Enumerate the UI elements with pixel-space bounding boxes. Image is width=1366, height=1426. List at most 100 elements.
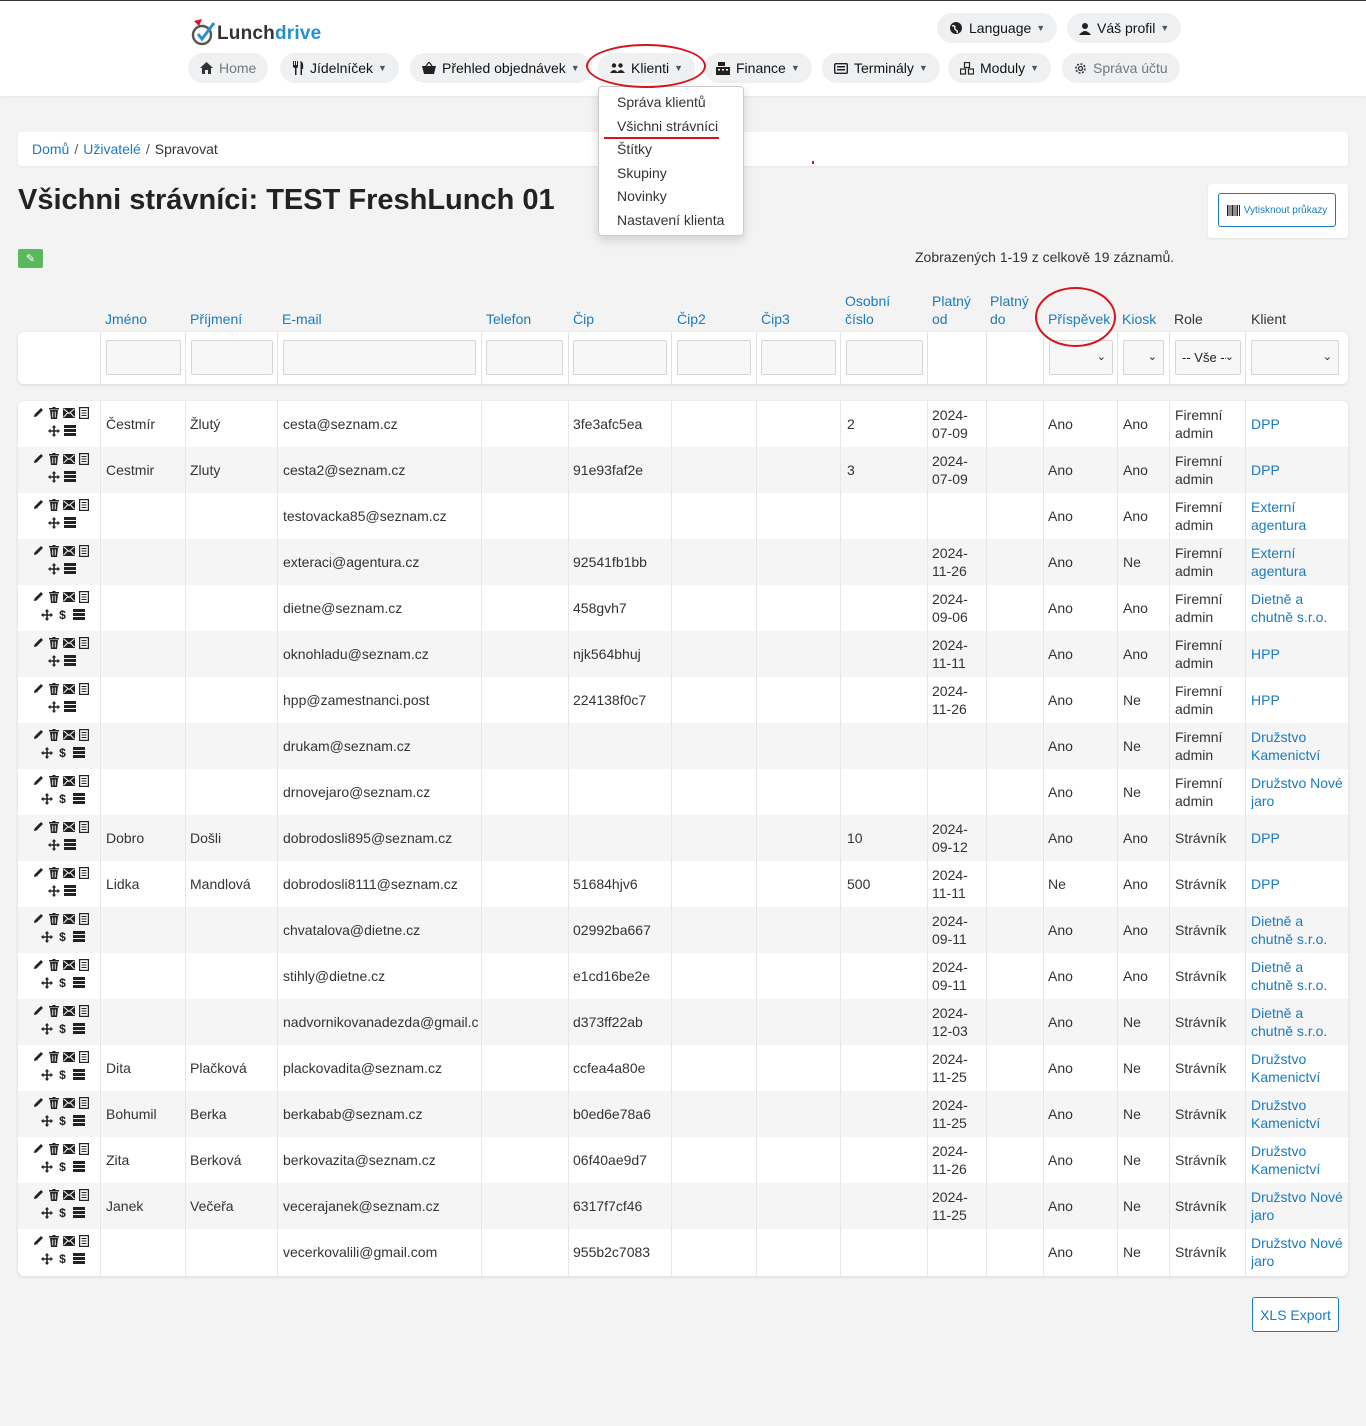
dollar-icon[interactable]: $ <box>56 1160 69 1174</box>
cell-client[interactable]: Dietně a chutně s.r.o. <box>1251 953 1345 999</box>
trash-icon[interactable] <box>47 728 60 741</box>
cell-client[interactable]: Dietně a chutně s.r.o. <box>1251 999 1345 1045</box>
list-icon[interactable] <box>77 958 90 971</box>
filter-last-name-input[interactable] <box>191 340 273 375</box>
dollar-icon[interactable]: $ <box>56 1114 69 1128</box>
column-header-valid-to[interactable]: Platný do <box>990 290 1035 328</box>
trash-icon[interactable] <box>47 636 60 649</box>
move-icon[interactable] <box>40 792 53 805</box>
cell-client[interactable]: Dietně a chutně s.r.o. <box>1251 907 1345 953</box>
breadcrumb-home[interactable]: Domů <box>32 141 69 157</box>
move-icon[interactable] <box>47 838 60 851</box>
database-icon[interactable] <box>72 976 85 989</box>
move-icon[interactable] <box>40 1114 53 1127</box>
filter-kiosk-select[interactable]: ⌄ <box>1123 340 1164 375</box>
list-icon[interactable] <box>77 636 90 649</box>
list-icon[interactable] <box>77 406 90 419</box>
edit-icon[interactable] <box>32 590 45 603</box>
trash-icon[interactable] <box>47 1142 60 1155</box>
edit-icon[interactable] <box>32 820 45 833</box>
envelope-icon[interactable] <box>62 912 75 925</box>
list-icon[interactable] <box>77 544 90 557</box>
filter-personal-number-input[interactable] <box>846 340 923 375</box>
edit-icon[interactable] <box>32 912 45 925</box>
trash-icon[interactable] <box>47 452 60 465</box>
edit-icon[interactable] <box>32 866 45 879</box>
edit-icon[interactable] <box>32 452 45 465</box>
list-icon[interactable] <box>77 1050 90 1063</box>
dollar-icon[interactable]: $ <box>56 1022 69 1036</box>
cell-client[interactable]: Externí agentura <box>1251 493 1345 539</box>
cell-client[interactable]: Dietně a chutně s.r.o. <box>1251 585 1345 631</box>
filter-first-name-input[interactable] <box>106 340 181 375</box>
xls-export-button[interactable]: XLS Export <box>1252 1297 1339 1332</box>
move-icon[interactable] <box>40 930 53 943</box>
move-icon[interactable] <box>40 1160 53 1173</box>
dollar-icon[interactable]: $ <box>56 1068 69 1082</box>
dollar-icon[interactable]: $ <box>56 1206 69 1220</box>
edit-icon[interactable] <box>32 636 45 649</box>
nav-home[interactable]: Home <box>188 53 269 83</box>
database-icon[interactable] <box>72 1252 85 1265</box>
filter-phone-input[interactable] <box>486 340 563 375</box>
database-icon[interactable] <box>72 1022 85 1035</box>
trash-icon[interactable] <box>47 866 60 879</box>
list-icon[interactable] <box>77 1096 90 1109</box>
dollar-icon[interactable]: $ <box>56 792 69 806</box>
column-header-valid-from[interactable]: Platný od <box>932 290 977 328</box>
menu-item-groups[interactable]: Skupiny <box>599 162 743 186</box>
cell-client[interactable]: HPP <box>1251 677 1345 723</box>
dollar-icon[interactable]: $ <box>56 746 69 760</box>
column-header-chip3[interactable]: Čip3 <box>761 290 790 328</box>
print-cards-button[interactable]: Vytisknout průkazy <box>1218 193 1336 227</box>
edit-icon[interactable] <box>32 1050 45 1063</box>
database-icon[interactable] <box>63 838 76 851</box>
cell-client[interactable]: Externí agentura <box>1251 539 1345 585</box>
bulk-edit-button[interactable]: ✎ <box>18 249 43 268</box>
trash-icon[interactable] <box>47 774 60 787</box>
envelope-icon[interactable] <box>62 498 75 511</box>
envelope-icon[interactable] <box>62 406 75 419</box>
trash-icon[interactable] <box>47 1050 60 1063</box>
filter-chip3-input[interactable] <box>761 340 836 375</box>
filter-chip-input[interactable] <box>573 340 667 375</box>
cell-client[interactable]: Družstvo Kamenictví <box>1251 1045 1345 1091</box>
trash-icon[interactable] <box>47 820 60 833</box>
column-header-personal-number[interactable]: Osobní číslo <box>845 290 905 328</box>
list-icon[interactable] <box>77 1004 90 1017</box>
envelope-icon[interactable] <box>62 452 75 465</box>
list-icon[interactable] <box>77 912 90 925</box>
trash-icon[interactable] <box>47 1004 60 1017</box>
cell-client[interactable]: Družstvo Nové jaro <box>1251 1183 1345 1229</box>
envelope-icon[interactable] <box>62 958 75 971</box>
cell-client[interactable]: Družstvo Kamenictví <box>1251 1091 1345 1137</box>
list-icon[interactable] <box>77 452 90 465</box>
database-icon[interactable] <box>72 930 85 943</box>
database-icon[interactable] <box>72 1068 85 1081</box>
list-icon[interactable] <box>77 866 90 879</box>
menu-item-client-settings[interactable]: Nastavení klienta <box>599 209 743 233</box>
move-icon[interactable] <box>40 1068 53 1081</box>
list-icon[interactable] <box>77 728 90 741</box>
cell-client[interactable]: Družstvo Nové jaro <box>1251 1229 1345 1275</box>
envelope-icon[interactable] <box>62 1188 75 1201</box>
database-icon[interactable] <box>72 792 85 805</box>
edit-icon[interactable] <box>32 774 45 787</box>
database-icon[interactable] <box>72 1160 85 1173</box>
list-icon[interactable] <box>77 1142 90 1155</box>
trash-icon[interactable] <box>47 958 60 971</box>
envelope-icon[interactable] <box>62 728 75 741</box>
list-icon[interactable] <box>77 590 90 603</box>
cell-client[interactable]: DPP <box>1251 861 1345 907</box>
nav-menu[interactable]: Jídelníček ▼ <box>280 53 399 83</box>
breadcrumb-users[interactable]: Uživatelé <box>83 141 141 157</box>
envelope-icon[interactable] <box>62 1142 75 1155</box>
list-icon[interactable] <box>77 774 90 787</box>
filter-role-select[interactable]: -- Vše -- ⌄ <box>1175 340 1241 375</box>
nav-terminals[interactable]: Terminály ▼ <box>822 53 940 83</box>
trash-icon[interactable] <box>47 544 60 557</box>
envelope-icon[interactable] <box>62 590 75 603</box>
envelope-icon[interactable] <box>62 1234 75 1247</box>
filter-email-input[interactable] <box>283 340 476 375</box>
edit-icon[interactable] <box>32 1234 45 1247</box>
